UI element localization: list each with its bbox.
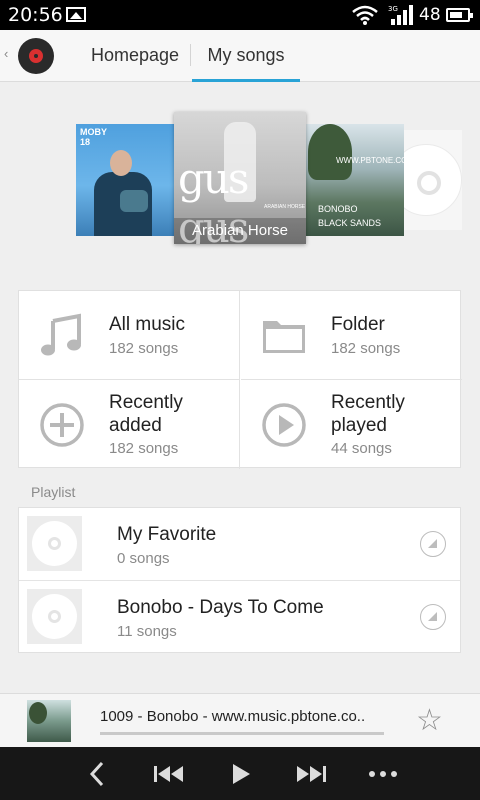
play-icon[interactable] [224, 759, 258, 789]
library-item-title: All music [109, 314, 186, 335]
tab-divider [190, 44, 191, 66]
signal-icon: 3G [388, 5, 413, 25]
cover-tree [308, 124, 352, 180]
library-all-music[interactable]: All music 182 songs [19, 291, 240, 380]
playlist-section-title: Playlist [31, 484, 76, 500]
vinyl-logo-icon[interactable] [18, 38, 54, 74]
app-header: ‹ Homepage My songs [0, 30, 480, 82]
next-icon[interactable] [294, 759, 328, 789]
playlist-thumbnail [27, 516, 82, 571]
picture-icon [66, 7, 86, 22]
library-item-title: Recently played [331, 392, 405, 436]
album-cover-subtitle: ARABIAN HORSE [264, 204, 306, 210]
disc-icon [32, 521, 77, 566]
playlist-count: 11 songs [117, 623, 177, 640]
library-item-title: Folder [331, 314, 385, 335]
album-carousel[interactable]: MOBY18 WWW.PBTONE.COM BONOBO BLACK SANDS… [0, 82, 480, 257]
playlist-thumbnail [27, 589, 82, 644]
album-cover-placeholder[interactable] [404, 130, 462, 230]
library-recently-played[interactable]: Recently played 44 songs [241, 380, 462, 469]
playlist-name: My Favorite [117, 524, 217, 545]
cover-figure-head [110, 150, 132, 176]
playback-controls [0, 747, 480, 800]
now-playing-cover[interactable] [27, 700, 71, 742]
cover-figure-body [94, 172, 152, 236]
back-chevron-icon[interactable]: ‹ [4, 46, 8, 61]
library-grid: All music 182 songs Folder 182 songs Rec… [18, 290, 462, 469]
library-item-title: Recently added [109, 392, 183, 436]
album-cover-album: BLACK SANDS [318, 218, 382, 228]
play-circle-icon [262, 403, 306, 447]
disc-icon [404, 144, 462, 216]
playlist-count: 0 songs [117, 550, 170, 567]
wifi-icon [352, 5, 378, 25]
tab-my-songs[interactable]: My songs [192, 30, 300, 82]
library-item-count: 182 songs [109, 340, 179, 357]
playlist-item[interactable]: Bonobo - Days To Come 11 songs [19, 580, 460, 652]
now-playing-title: 1009 - Bonobo - www.music.pbtone.co.. [100, 708, 366, 725]
playlist-name: Bonobo - Days To Come [117, 597, 324, 618]
library-item-count: 182 songs [109, 440, 179, 457]
more-icon[interactable] [366, 759, 400, 789]
album-cover-site: WWW.PBTONE.COM [336, 156, 404, 165]
tab-homepage[interactable]: Homepage [80, 30, 190, 82]
network-type: 3G [388, 5, 398, 13]
playlist-list: My Favorite 0 songs Bonobo - Days To Com… [18, 507, 461, 653]
previous-icon[interactable] [152, 759, 186, 789]
library-folder[interactable]: Folder 182 songs [241, 291, 462, 380]
playlist-options-icon[interactable] [420, 604, 446, 630]
plus-circle-icon [40, 403, 84, 447]
album-cover-text: MOBY 18 [80, 127, 107, 147]
folder-icon [263, 321, 305, 353]
back-icon[interactable] [80, 759, 114, 789]
playlist-item[interactable]: My Favorite 0 songs [19, 508, 460, 580]
album-cover-band: BONOBO [318, 204, 358, 214]
disc-icon [32, 594, 77, 639]
star-icon[interactable]: ☆ [416, 706, 443, 736]
battery-level: 48 [419, 5, 441, 25]
library-item-count: 182 songs [331, 340, 401, 357]
album-cover-moby[interactable]: MOBY 18 [76, 124, 176, 236]
status-bar: 20:56 3G 48 [0, 0, 480, 30]
music-note-icon [41, 313, 81, 356]
album-caption: Arabian Horse [174, 218, 306, 244]
cover-tree [29, 702, 47, 724]
battery-icon [446, 8, 473, 22]
library-recently-added[interactable]: Recently added 182 songs [19, 380, 240, 469]
playlist-options-icon[interactable] [420, 531, 446, 557]
clock: 20:56 [8, 4, 63, 26]
now-playing-progress[interactable] [100, 732, 384, 735]
album-cover-bonobo[interactable]: WWW.PBTONE.COM BONOBO BLACK SANDS [306, 124, 404, 236]
library-item-count: 44 songs [331, 440, 392, 457]
now-playing-bar[interactable]: 1009 - Bonobo - www.music.pbtone.co.. ☆ [0, 693, 480, 747]
album-cover-arabian-horse[interactable]: gus gus ARABIAN HORSE Arabian Horse [174, 112, 306, 244]
